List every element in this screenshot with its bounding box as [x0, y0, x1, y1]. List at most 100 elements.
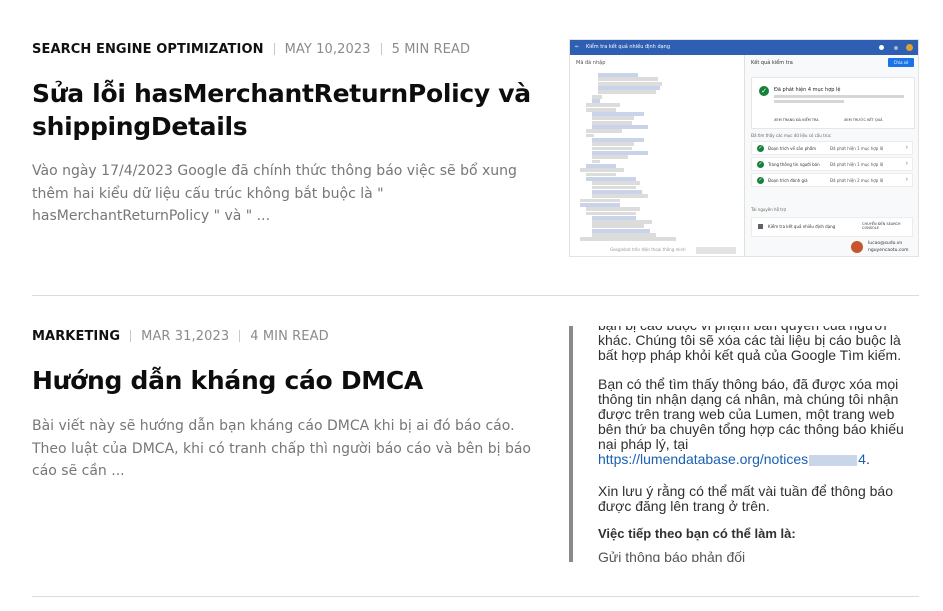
help-icon: [879, 45, 884, 50]
test-code-button: [696, 247, 736, 254]
code-line: [580, 202, 620, 207]
post-card: SEARCH ENGINE OPTIMIZATION MAY 10,2023 5…: [32, 39, 919, 296]
post-thumbnail[interactable]: ← Kiểm tra kết quả nhiều định dạng Mã đã…: [569, 39, 919, 257]
result-row-name: Trang thông tin người bán: [768, 162, 820, 167]
result-row-status: Đã phát hiện 1 mục hợp lệ: [830, 162, 884, 167]
code-line: [586, 207, 640, 212]
code-line: [592, 181, 640, 186]
meta-separator: [239, 330, 241, 342]
post-category[interactable]: SEARCH ENGINE OPTIMIZATION: [32, 42, 264, 57]
code-line: [592, 228, 650, 233]
tool-text: Kiểm tra kết quả nhiều định dạng: [768, 224, 836, 229]
result-row: ✓ Đoạn trích về sản phẩm Đã phát hiện 1 …: [751, 141, 913, 155]
post-date: MAY 10,2023: [284, 41, 371, 57]
result-row: ✓ Đoạn trích đánh giá Đã phát hiện 2 mục…: [751, 173, 913, 187]
results-summary-card: ✓ Đã phát hiện 4 mục hợp lệ XEM TRANG ĐÃ…: [751, 77, 915, 129]
tool-icon: [758, 224, 763, 229]
code-line: [592, 155, 628, 160]
check-circle-icon: ✓: [759, 86, 769, 96]
post-date: MAR 31,2023: [141, 328, 230, 344]
author-email: lucao@sudo.vn: [868, 241, 903, 246]
post-divider: [32, 295, 919, 296]
post-excerpt: Vào ngày 17/4/2023 Google đã chính thức …: [32, 163, 517, 224]
code-line: [586, 172, 616, 177]
thumbnail-paragraph: bạn bị cáo buộc vi phạm bản quyền của ng…: [598, 326, 902, 363]
code-line: [592, 111, 644, 116]
code-line: [592, 120, 632, 125]
thumbnail-topbar-title: Kiểm tra kết quả nhiều định dạng: [586, 44, 671, 50]
code-line: [592, 233, 656, 238]
code-pane: Mã đã nhập Googlebot trên điện thoại thô…: [570, 55, 744, 256]
code-line: [592, 146, 632, 151]
redacted-text: [809, 454, 858, 466]
chevron-right-icon: ›: [905, 144, 908, 151]
code-line: [592, 137, 644, 142]
result-row-status: Đã phát hiện 1 mục hợp lệ: [830, 146, 884, 151]
check-circle-icon: ✓: [757, 161, 764, 168]
code-line: [586, 103, 620, 108]
code-line: [580, 168, 624, 173]
code-line: [592, 224, 644, 229]
lumen-link-suffix: 4: [858, 451, 866, 467]
thumbnail-paragraph: Bạn có thể tìm thấy thông báo, đã được x…: [598, 376, 904, 467]
detected-items-label: Đã tìm thấy các mục dữ liệu có cấu trúc: [751, 133, 832, 138]
code-line: [598, 73, 638, 77]
meta-separator: [130, 330, 132, 342]
code-line: [586, 129, 622, 134]
code-line: [580, 237, 676, 242]
post-title[interactable]: Sửa lỗi hasMerchantReturnPolicy và shipp…: [32, 77, 532, 143]
result-row-name: Đoạn trích đánh giá: [768, 178, 808, 183]
code-line: [592, 94, 602, 99]
post-category[interactable]: MARKETING: [32, 329, 120, 344]
code-line: [586, 211, 636, 216]
apps-icon: [894, 45, 898, 50]
thumbnail-heading: Việc tiếp theo bạn có thể làm là:: [598, 526, 796, 541]
lumen-link: https://lumendatabase.org/notices: [598, 451, 809, 467]
post-divider: [32, 596, 919, 597]
thumbnail-paragraph-text: Bạn có thể tìm thấy thông báo, đã được x…: [598, 376, 904, 452]
code-line: [580, 198, 620, 203]
code-pane-header: Mã đã nhập: [576, 60, 606, 66]
code-line: [592, 124, 648, 129]
post-title[interactable]: Hướng dẫn kháng cáo DMCA: [32, 364, 532, 397]
check-circle-icon: ✓: [757, 145, 764, 152]
post-read-time: 4 MIN READ: [250, 328, 329, 344]
check-circle-icon: ✓: [757, 177, 764, 184]
results-pane: Kết quả kiểm tra Chia sẻ ✓ Đã phát hiện …: [744, 55, 918, 256]
avatar: [851, 241, 863, 253]
thumbnail-topbar: ← Kiểm tra kết quả nhiều định dạng: [570, 40, 918, 55]
text-placeholder: [774, 95, 904, 98]
code-line: [592, 159, 600, 164]
search-console-button: CHUYỂN ĐẾN SEARCH CONSOLE: [862, 222, 901, 230]
code-line: [592, 189, 642, 194]
thumbnail-paragraph: Gửi thông báo phản đối: [598, 549, 746, 563]
share-button: Chia sẻ: [888, 58, 914, 67]
text-placeholder: [774, 100, 844, 103]
code-line: [586, 163, 616, 168]
code-line: [598, 90, 656, 95]
post-thumbnail[interactable]: bạn bị cáo buộc vi phạm bản quyền của ng…: [569, 326, 919, 562]
code-line: [598, 81, 662, 86]
tools-label: Tài nguyên hỗ trợ: [751, 207, 786, 212]
code-line: [592, 220, 652, 225]
chevron-right-icon: ›: [905, 176, 908, 183]
back-arrow-icon: ←: [575, 44, 580, 50]
post-read-time: 5 MIN READ: [391, 41, 471, 57]
code-line: [592, 116, 634, 121]
code-line: [592, 98, 600, 103]
results-header: Kết quả kiểm tra: [751, 60, 793, 66]
code-line: [592, 142, 634, 147]
code-lines: [576, 73, 736, 242]
code-line: [592, 215, 636, 220]
result-row-name: Đoạn trích về sản phẩm: [768, 146, 816, 151]
code-line: [592, 150, 648, 155]
post-meta: SEARCH ENGINE OPTIMIZATION MAY 10,2023 5…: [32, 39, 470, 59]
meta-separator: [273, 43, 275, 55]
meta-separator: [380, 43, 382, 55]
code-line: [592, 194, 648, 199]
avatar: [906, 44, 913, 51]
post-meta: MARKETING MAR 31,2023 4 MIN READ: [32, 326, 329, 346]
code-line: [598, 77, 658, 82]
chevron-right-icon: ›: [905, 160, 908, 167]
code-footer-text: Googlebot trên điện thoại thông minh: [610, 247, 686, 252]
